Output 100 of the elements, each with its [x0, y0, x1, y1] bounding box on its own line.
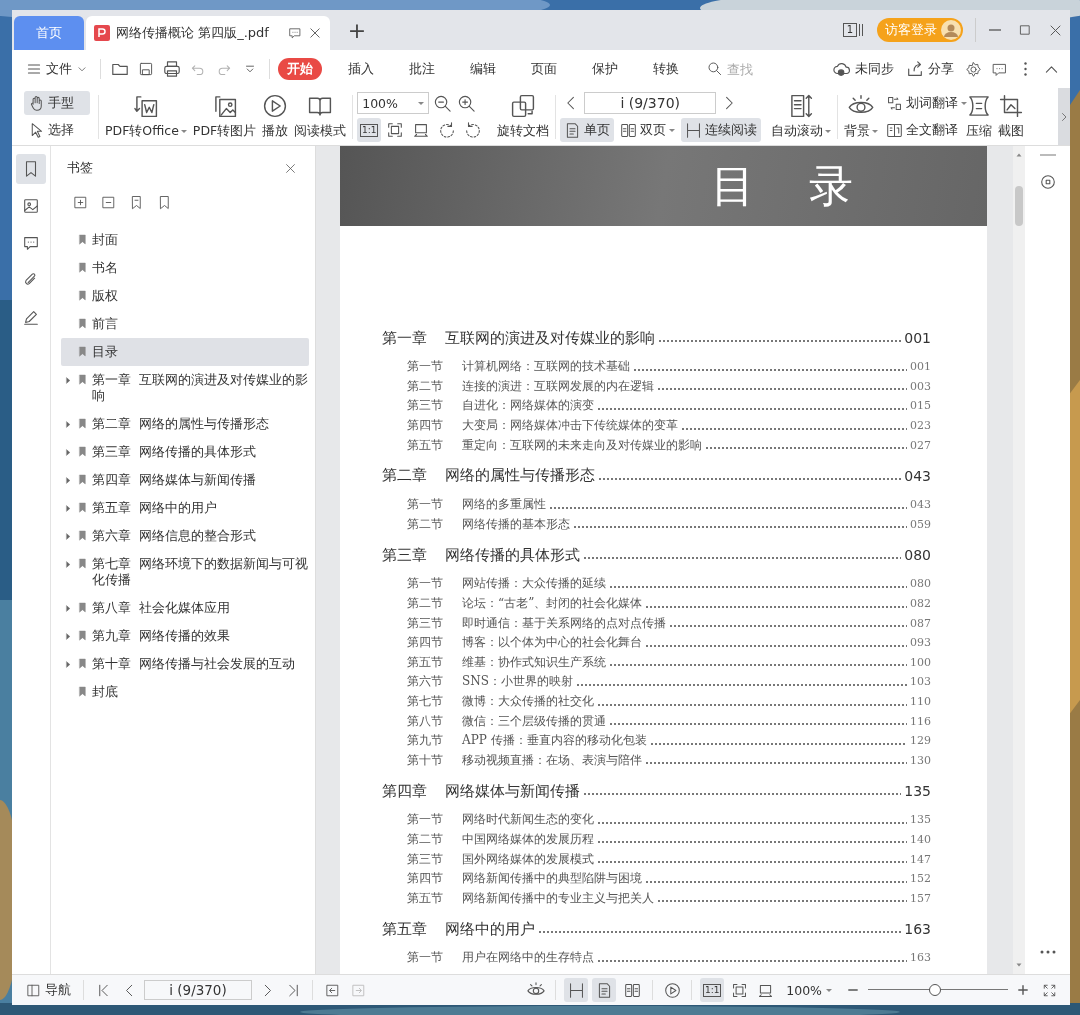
menu-tab[interactable]: 保护 — [583, 58, 627, 80]
document-tab[interactable]: 网络传播概论 第四版_.pdf — [86, 16, 330, 50]
actual-size-button[interactable]: 1:1 — [357, 118, 382, 142]
zoom-out-icon — [432, 93, 452, 113]
page-number-field[interactable]: i (9/370) — [584, 92, 717, 114]
bookmark-label: 第五章 网络中的用户 — [92, 500, 218, 516]
sync-button[interactable]: 未同步 — [829, 56, 898, 82]
bookmark-item[interactable]: 第六章 网络信息的整合形式 — [61, 522, 309, 550]
scrollbar-thumb[interactable] — [1015, 186, 1023, 226]
zoom-dropdown[interactable]: 100% — [786, 982, 832, 998]
continuous-scroll-icon — [567, 981, 585, 999]
bookmark-icon — [77, 630, 88, 641]
view-mode-button[interactable]: 连续阅读 — [681, 118, 762, 142]
toc-page-number: 043 — [904, 467, 931, 484]
zoom-in-icon — [456, 93, 476, 113]
toc-page-number: 015 — [910, 399, 931, 413]
bookmark-label: 书名 — [92, 260, 119, 276]
more-icon — [1038, 949, 1057, 955]
share-button[interactable]: 分享 — [902, 56, 958, 82]
translate-button[interactable]: 划词翻译 — [882, 91, 963, 115]
close-icon — [308, 26, 322, 40]
bookmark-item[interactable]: 第五章 网络中的用户 — [61, 494, 309, 522]
bookmark-item[interactable]: 第一章 互联网的演进及对传媒业的影响 — [61, 366, 309, 410]
toolbar-button[interactable]: PDF转图片 — [190, 93, 259, 140]
translate-button[interactable]: 全文翻译 — [882, 118, 963, 142]
toc-number: 第十节 — [407, 751, 444, 769]
rotate-document-button[interactable]: 旋转文档 — [495, 93, 552, 140]
panel-handle[interactable] — [1039, 154, 1056, 156]
menu-tab[interactable]: 转换 — [644, 58, 688, 80]
toolbar-button[interactable]: PDF转Office — [103, 93, 189, 140]
menu-tab[interactable]: 插入 — [339, 58, 383, 80]
toc-number: 第四节 — [407, 870, 444, 888]
tab-title: 首页 — [36, 24, 62, 42]
panel-title: 书签 — [67, 159, 93, 177]
view-mode-button[interactable]: 双页 — [616, 118, 680, 142]
new-tab-button[interactable]: + — [340, 13, 374, 47]
toc-page-number: 135 — [904, 783, 931, 800]
toolbar-button[interactable]: 播放 — [260, 93, 291, 140]
toc-page-number: 129 — [910, 734, 931, 748]
pointer-tool[interactable]: 手型 — [24, 91, 90, 115]
bookmark-item[interactable]: 目录 — [61, 338, 309, 366]
bookmark-item[interactable]: 版权 — [61, 282, 309, 310]
image-icon — [22, 197, 40, 215]
plus-icon — [1016, 983, 1030, 997]
full-translate-icon — [886, 121, 904, 139]
caret-icon — [961, 101, 968, 105]
bookmark-item[interactable]: 前言 — [61, 310, 309, 338]
bookmark-item[interactable]: 第七章 网络环境下的数据新闻与可视化传播 — [61, 550, 309, 594]
navigation-button[interactable]: 导航 — [22, 977, 75, 1003]
toc-page-number: 103 — [910, 675, 931, 689]
search-field[interactable]: 查找 — [725, 60, 789, 78]
expand-arrow-icon — [64, 503, 73, 513]
translate-icon — [886, 94, 904, 112]
bookmark-panel-button[interactable] — [16, 154, 46, 184]
bookmark-item[interactable]: 封底 — [61, 678, 309, 706]
scrollbar[interactable] — [1013, 146, 1025, 974]
background-button[interactable]: 背景 — [842, 93, 881, 140]
toc-number: 第三节 — [407, 614, 444, 632]
bookmark-item[interactable]: 封面 — [61, 226, 309, 254]
back-icon — [324, 982, 340, 998]
toolbar-button[interactable]: 阅读模式 — [292, 93, 349, 140]
tab-title: 网络传播概论 第四版_.pdf — [116, 24, 270, 42]
menu-tab[interactable]: 编辑 — [461, 58, 505, 80]
bookmark-item[interactable]: 第四章 网络媒体与新闻传播 — [61, 466, 309, 494]
bookmark-item[interactable]: 第二章 网络的属性与传播形态 — [61, 410, 309, 438]
menu-tab[interactable]: 页面 — [522, 58, 566, 80]
toc-title: 自进化：网络媒体的演变 — [462, 397, 594, 415]
file-menu[interactable]: 文件 — [22, 56, 92, 82]
hand-icon — [28, 94, 45, 112]
bookmark-icon — [77, 290, 88, 301]
bookmark-item[interactable]: 第十章 网络传播与社会发展的互动 — [61, 650, 309, 678]
page-number-field[interactable]: i (9/370) — [144, 980, 252, 1000]
toc-title: 用户在网络中的生存特点 — [462, 949, 594, 967]
more-vertical-icon — [1023, 62, 1027, 76]
bookmark-label: 第四章 网络媒体与新闻传播 — [92, 472, 257, 488]
toc-number: 第二节 — [407, 515, 444, 533]
comment-icon — [22, 234, 40, 252]
actual-size-button[interactable]: 1:1 — [700, 978, 725, 1002]
menu-tab[interactable]: 开始 — [278, 58, 322, 80]
menu-tab[interactable]: 批注 — [400, 58, 444, 80]
pointer-tool[interactable]: 选择 — [24, 118, 90, 142]
zoom-slider[interactable] — [868, 983, 1008, 997]
view-mode-button[interactable]: 单页 — [560, 118, 615, 142]
bookmark-item[interactable]: 第三章 网络传播的具体形式 — [61, 438, 309, 466]
compress-button[interactable]: 压缩 — [964, 93, 995, 140]
chevron-right-icon — [1059, 111, 1069, 122]
view-mode-button[interactable] — [564, 978, 589, 1002]
bookmark-item[interactable]: 书名 — [61, 254, 309, 282]
bookmark-icon — [77, 374, 88, 385]
toc-title: 中国网络媒体的发展历程 — [462, 831, 594, 848]
view-mode-button[interactable] — [592, 978, 617, 1002]
toc-page-number: 152 — [910, 872, 931, 886]
slider-thumb[interactable] — [929, 984, 942, 996]
bookmark-item[interactable]: 第八章 社会化媒体应用 — [61, 594, 309, 622]
screenshot-button[interactable]: 截图 — [996, 93, 1027, 140]
zoom-dropdown[interactable]: 100% — [357, 92, 430, 114]
toc-title: 微博：大众传播的社交化 — [462, 693, 594, 710]
auto-scroll-button[interactable]: 自动滚动 — [769, 93, 834, 140]
bookmark-label: 封底 — [92, 684, 119, 700]
bookmark-item[interactable]: 第九章 网络传播的效果 — [61, 622, 309, 650]
